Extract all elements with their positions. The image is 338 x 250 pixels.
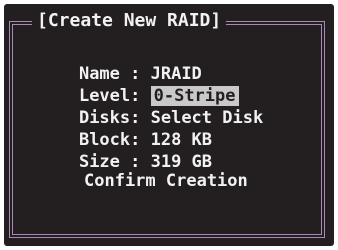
disks-field[interactable]: Disks: Select Disk [38,85,263,128]
confirm-creation-button[interactable]: Confirm Creation [84,170,248,192]
name-field[interactable]: Name : JRAID [38,41,202,84]
size-field[interactable]: Size : 319 GB [38,129,212,172]
dialog-title: [Create New RAID] [32,9,227,33]
level-field[interactable]: Level: 0-Stripe [38,63,239,106]
bios-screen: [Create New RAID] Name : JRAID Level: 0-… [4,4,334,246]
size-value[interactable]: 319 GB [151,152,212,172]
block-field[interactable]: Block: 128 KB [38,107,212,150]
size-label: Size : [78,152,151,172]
